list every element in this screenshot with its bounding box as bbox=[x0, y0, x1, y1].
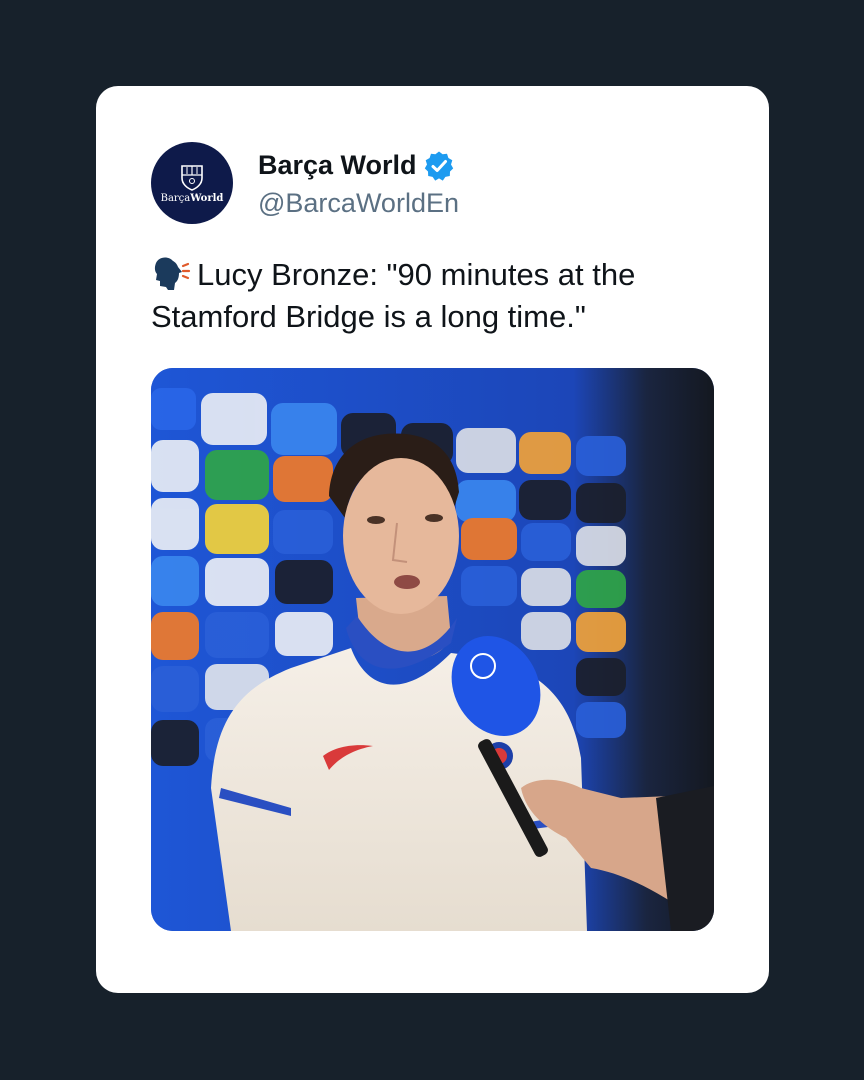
avatar-label-bold: World bbox=[190, 192, 224, 204]
name-row: Barça World bbox=[258, 148, 459, 184]
interview-photo bbox=[151, 368, 714, 931]
display-name[interactable]: Barça World bbox=[258, 150, 417, 181]
tweet-text: Lucy Bronze: "90 minutes at the Stamford… bbox=[151, 254, 731, 338]
tweet-body: Lucy Bronze: "90 minutes at the Stamford… bbox=[151, 257, 636, 334]
handle[interactable]: @BarcaWorldEn bbox=[258, 188, 459, 219]
tweet-card: BarçaWorld Barça World @BarcaWorldEn Luc… bbox=[96, 86, 769, 993]
avatar-label-plain: Barça bbox=[160, 192, 191, 204]
verified-badge-icon bbox=[424, 151, 453, 181]
speaking-head-icon bbox=[154, 257, 191, 290]
author-info: Barça World @BarcaWorldEn bbox=[258, 148, 459, 219]
crest-icon bbox=[181, 164, 203, 191]
tweet-header: BarçaWorld Barça World @BarcaWorldEn bbox=[151, 141, 459, 225]
avatar-label: BarçaWorld bbox=[161, 193, 224, 204]
avatar[interactable]: BarçaWorld bbox=[151, 142, 233, 224]
tweet-photo[interactable] bbox=[151, 368, 714, 931]
